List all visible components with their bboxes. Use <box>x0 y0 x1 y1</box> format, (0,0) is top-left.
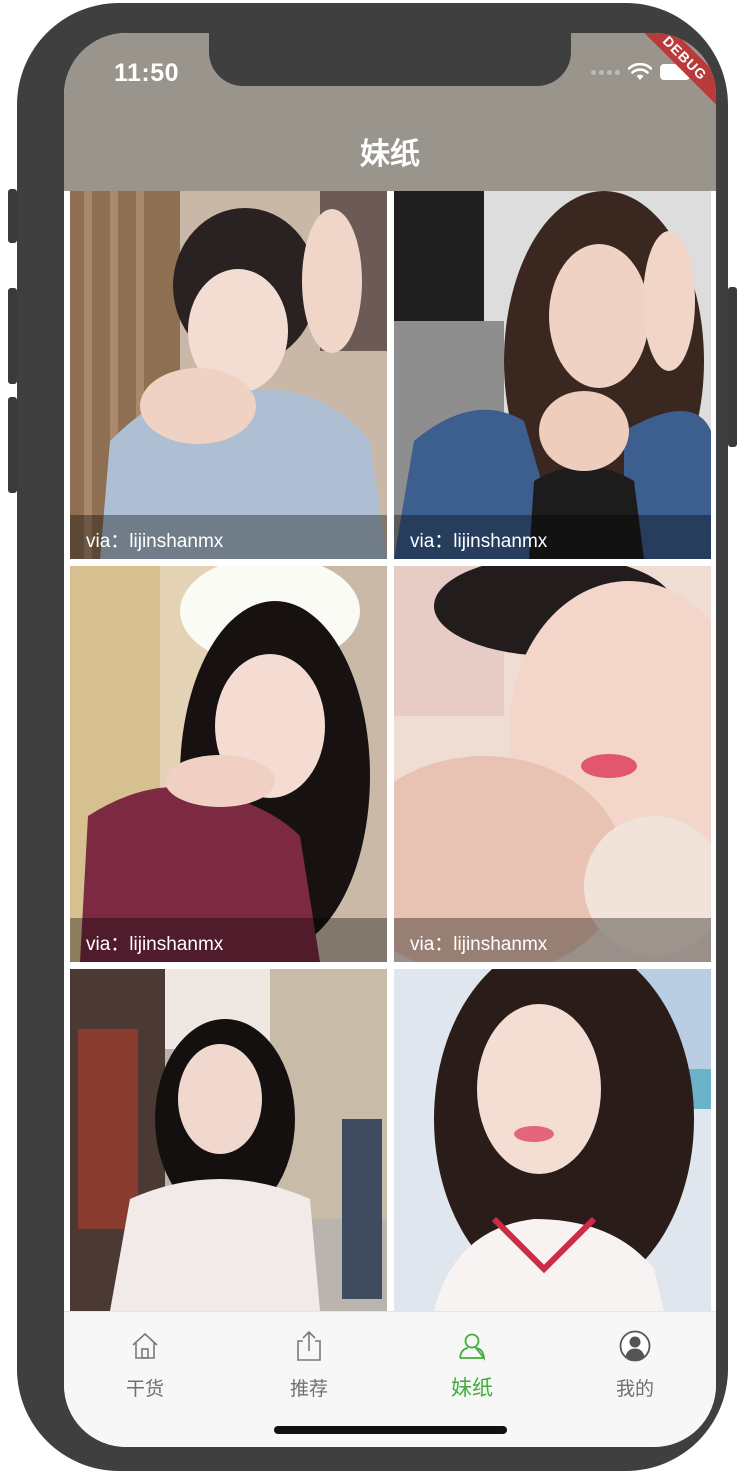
screen: 11:50 妹纸 DEBUG via：lijinshanmx via：lijin… <box>64 33 716 1447</box>
tab-ganhuo[interactable]: 干货 <box>95 1328 195 1401</box>
photo-card[interactable] <box>394 969 711 1311</box>
notch <box>209 33 571 86</box>
mute-switch <box>8 189 17 243</box>
photo-caption: via：lijinshanmx <box>394 515 711 559</box>
tab-label: 我的 <box>615 1379 654 1400</box>
share-icon <box>297 1330 321 1361</box>
photo-card[interactable] <box>70 969 387 1311</box>
volume-down-button <box>8 397 17 493</box>
photo-card[interactable]: via：lijinshanmx <box>70 566 387 962</box>
tab-label: 推荐 <box>289 1379 328 1400</box>
tab-label: 干货 <box>125 1379 164 1400</box>
signal-icon <box>591 69 620 75</box>
tab-meizhi[interactable]: 妹纸 <box>422 1328 522 1402</box>
photo-caption: via：lijinshanmx <box>70 515 387 559</box>
wifi-icon <box>628 63 652 80</box>
photo-card[interactable]: via：lijinshanmx <box>394 191 711 559</box>
tab-wode[interactable]: 我的 <box>585 1328 685 1401</box>
photo-image <box>394 566 711 962</box>
account-circle-icon <box>619 1330 651 1362</box>
home-indicator[interactable] <box>274 1426 507 1434</box>
photo-image <box>394 191 711 559</box>
photo-image <box>394 969 711 1311</box>
photo-image <box>70 969 387 1311</box>
power-button <box>728 287 737 447</box>
photo-image <box>70 191 387 559</box>
photo-image <box>70 566 387 962</box>
person-icon <box>459 1333 486 1361</box>
tab-tuijian[interactable]: 推荐 <box>259 1328 359 1401</box>
tab-label: 妹纸 <box>451 1377 493 1400</box>
page-title: 妹纸 <box>360 138 420 171</box>
app-bar: 11:50 妹纸 DEBUG <box>64 33 716 191</box>
photo-caption: via：lijinshanmx <box>70 918 387 962</box>
photo-card[interactable]: via：lijinshanmx <box>70 191 387 559</box>
photo-caption: via：lijinshanmx <box>394 918 711 962</box>
volume-up-button <box>8 288 17 384</box>
home-icon <box>132 1332 158 1359</box>
phone-frame: 11:50 妹纸 DEBUG via：lijinshanmx via：lijin… <box>8 3 737 1471</box>
photo-card[interactable]: via：lijinshanmx <box>394 566 711 962</box>
status-time: 11:50 <box>114 59 180 87</box>
